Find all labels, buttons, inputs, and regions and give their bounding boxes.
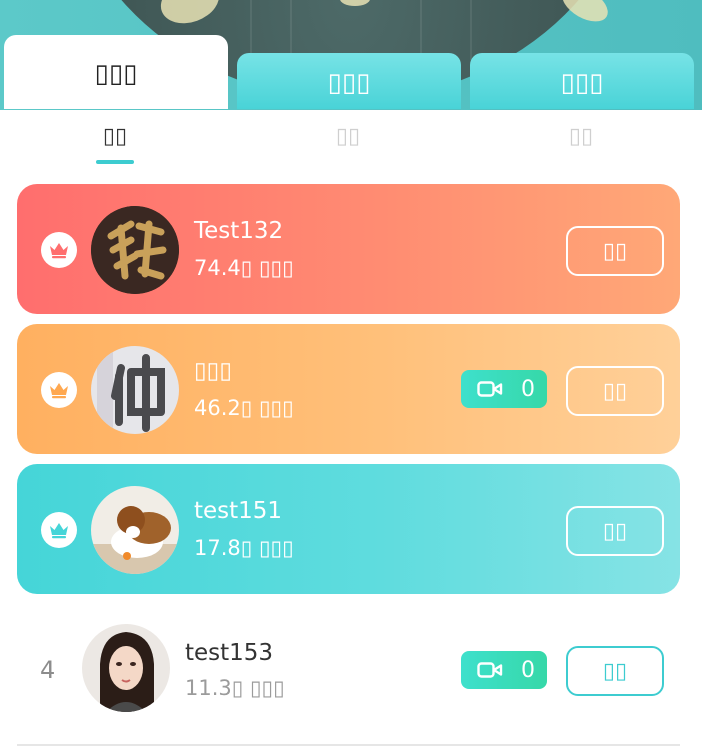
live-viewer-count: 0 [521,657,535,683]
live-badge[interactable]: 0 [461,651,547,689]
crown-icon [41,512,77,548]
avatar[interactable] [91,346,179,434]
ranking-row-4[interactable]: 4 test153 11.3▯ ▯▯▯ 0 ▯▯ [0,600,702,740]
rank-number: 4 [40,656,56,684]
user-score: 17.8▯ ▯▯▯ [194,536,294,560]
tab-period-2[interactable]: ▯▯ [288,124,408,149]
tab-main-1[interactable]: ▯▯▯ [4,35,228,109]
user-score: 11.3▯ ▯▯▯ [185,676,285,700]
follow-button[interactable]: ▯▯ [566,506,664,556]
avatar[interactable] [91,486,179,574]
video-camera-icon [477,662,503,678]
user-score: 74.4▯ ▯▯▯ [194,256,294,280]
ranking-card-3[interactable]: test151 17.8▯ ▯▯▯ ▯▯ [17,464,680,594]
tab-period-3[interactable]: ▯▯ [521,124,641,149]
tab-main-2[interactable]: ▯▯▯ [237,53,461,109]
tab-period-1[interactable]: ▯▯ [55,124,175,149]
ranking-screen: ▯▯▯ ▯▯▯ ▯▯▯ ▯▯ ▯▯ ▯▯ Test132 74.4▯ ▯▯▯ ▯… [0,0,702,752]
tab-main-3[interactable]: ▯▯▯ [470,53,694,109]
tab-main-3-label: ▯▯▯ [560,68,604,98]
live-badge[interactable]: 0 [461,370,547,408]
follow-button[interactable]: ▯▯ [566,226,664,276]
period-tabs: ▯▯ ▯▯ ▯▯ [0,110,702,172]
live-viewer-count: 0 [521,376,535,402]
user-name: Test132 [194,218,284,244]
follow-button[interactable]: ▯▯ [566,646,664,696]
avatar[interactable] [91,206,179,294]
user-name: test151 [194,498,283,524]
active-tab-indicator [96,160,134,164]
crown-icon [41,372,77,408]
tab-main-2-label: ▯▯▯ [327,68,371,98]
avatar[interactable] [82,624,170,712]
user-name: ▯▯▯ [194,358,232,384]
user-score: 46.2▯ ▯▯▯ [194,396,294,420]
user-name: test153 [185,640,274,666]
video-camera-icon [477,381,503,397]
ranking-card-1[interactable]: Test132 74.4▯ ▯▯▯ ▯▯ [17,184,680,314]
follow-button[interactable]: ▯▯ [566,366,664,416]
ranking-card-2[interactable]: ▯▯▯ 46.2▯ ▯▯▯ 0 ▯▯ [17,324,680,454]
tab-main-1-label: ▯▯▯ [94,59,138,89]
crown-icon [41,232,77,268]
divider [17,744,680,746]
